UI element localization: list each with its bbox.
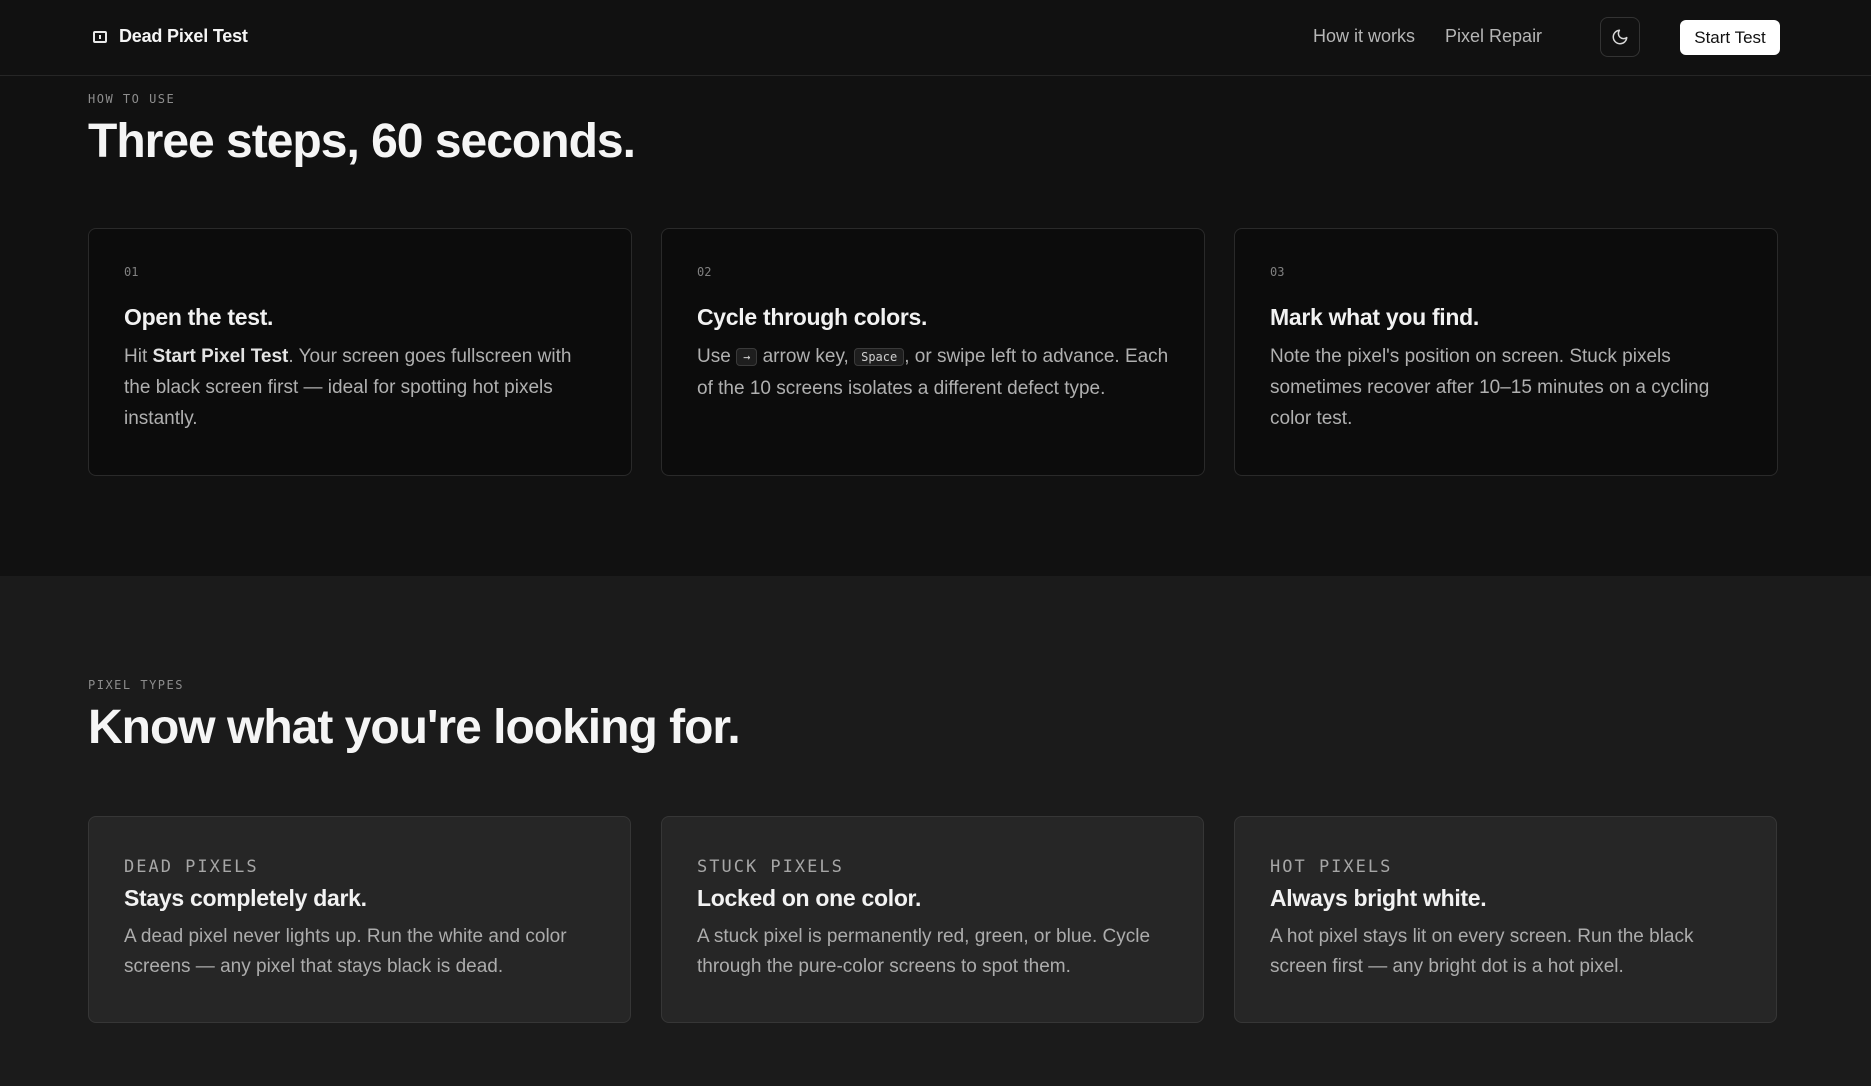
moon-icon: [1612, 29, 1628, 45]
brand-name: Dead Pixel Test: [119, 26, 248, 46]
section-eyebrow: PIXEL TYPES: [88, 678, 184, 692]
main-nav: How it works Pixel Repair: [1313, 26, 1542, 47]
pixel-type-description: A dead pixel never lights up. Run the wh…: [124, 926, 567, 977]
step-text-emphasis: Start Pixel Test: [152, 346, 289, 367]
step-text-segment: Hit: [124, 346, 153, 367]
pixel-type-card-stuck: STUCK PIXELS Locked on one color. A stuc…: [661, 816, 1204, 1023]
pixel-type-label: STUCK PIXELS: [697, 857, 844, 877]
nav-link-how-it-works[interactable]: How it works: [1313, 26, 1415, 47]
step-number: 02: [697, 265, 712, 279]
step-title: Cycle through colors.: [697, 304, 928, 330]
step-card: 02 Cycle through colors. Use → arrow key…: [661, 228, 1205, 476]
step-description: Note the pixel's position on screen. Stu…: [1270, 346, 1710, 429]
pixel-type-description: A stuck pixel is permanently red, green,…: [697, 926, 1151, 977]
step-text-segment: Use: [697, 346, 737, 367]
top-navigation-bar: Dead Pixel Test How it works Pixel Repai…: [0, 0, 1871, 76]
step-description: Use → arrow key, Space, or swipe left to…: [697, 341, 1170, 404]
step-description: Hit Start Pixel Test. Your screen goes f…: [124, 341, 597, 434]
arrow-right-key: →: [736, 348, 758, 366]
pixel-type-title: Locked on one color.: [697, 885, 922, 911]
pixel-type-card-dead: DEAD PIXELS Stays completely dark. A dea…: [88, 816, 631, 1023]
theme-toggle-button[interactable]: [1600, 17, 1640, 57]
pixel-type-card-hot: HOT PIXELS Always bright white. A hot pi…: [1234, 816, 1777, 1023]
step-number: 01: [124, 265, 139, 279]
step-card: 03 Mark what you find. Note the pixel's …: [1234, 228, 1778, 476]
nav-link-pixel-repair[interactable]: Pixel Repair: [1445, 26, 1542, 47]
steps-list: 01 Open the test. Hit Start Pixel Test. …: [88, 228, 1778, 476]
pixel-type-title: Stays completely dark.: [124, 885, 367, 911]
section-title: Know what you're looking for.: [88, 701, 741, 754]
step-title: Mark what you find.: [1270, 304, 1479, 330]
pixel-type-title: Always bright white.: [1270, 885, 1487, 911]
pixel-type-description: A hot pixel stays lit on every screen. R…: [1270, 926, 1694, 977]
step-title: Open the test.: [124, 304, 274, 330]
step-text-segment: arrow key,: [757, 346, 855, 367]
space-key: Space: [854, 348, 905, 366]
step-card: 01 Open the test. Hit Start Pixel Test. …: [88, 228, 632, 476]
brand-logo-link[interactable]: Dead Pixel Test: [93, 26, 248, 47]
how-to-use-section: HOW TO USE Three steps, 60 seconds. 01 O…: [0, 76, 1871, 576]
pixel-type-list: DEAD PIXELS Stays completely dark. A dea…: [88, 816, 1777, 1023]
section-eyebrow: HOW TO USE: [88, 92, 176, 106]
pixel-type-label: DEAD PIXELS: [124, 857, 259, 877]
start-test-button[interactable]: Start Test: [1680, 20, 1780, 55]
pixel-types-section: PIXEL TYPES Know what you're looking for…: [0, 576, 1871, 1086]
section-title: Three steps, 60 seconds.: [88, 115, 636, 168]
step-number: 03: [1270, 265, 1285, 279]
monitor-icon: [93, 30, 107, 43]
pixel-type-label: HOT PIXELS: [1270, 857, 1393, 877]
